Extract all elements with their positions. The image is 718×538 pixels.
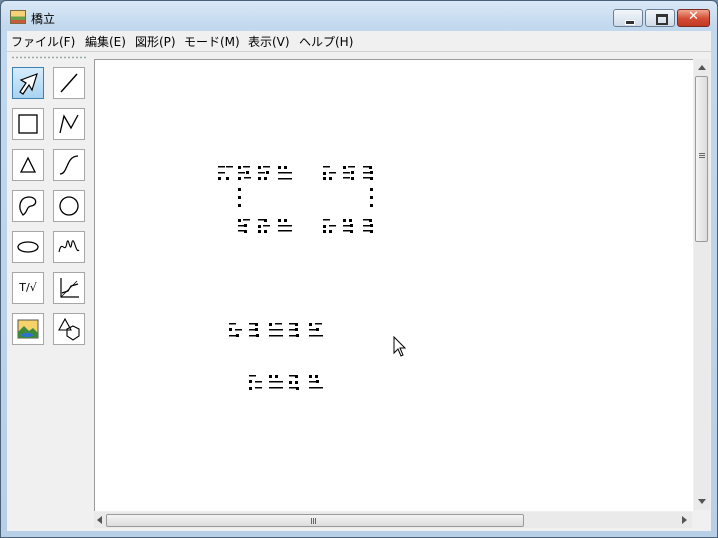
line-icon	[60, 73, 78, 93]
freeform-closed-icon	[19, 196, 37, 216]
menu-file[interactable]: ファイル(F)	[11, 33, 75, 50]
scroll-right-icon[interactable]	[682, 516, 687, 524]
freeform-tool[interactable]	[12, 190, 44, 222]
menu-bar: ファイル(F) 編集(E) 図形(P) モード(M) 表示(V) ヘルプ(H)	[7, 31, 711, 52]
scroll-down-icon[interactable]	[698, 499, 706, 504]
circle-icon	[59, 196, 79, 216]
circle-tool[interactable]	[53, 190, 85, 222]
window-title: 橋立	[31, 12, 56, 26]
app-window: 橋立 ✕ ファイル(F) 編集(E) 図形(P) モード(M) 表示(V) ヘル…	[0, 0, 718, 538]
rectangle-icon	[18, 114, 38, 134]
text-math-tool[interactable]: T/√	[12, 272, 44, 304]
ellipse-icon	[17, 241, 39, 253]
shapes-icon	[58, 317, 80, 341]
canvas-frame	[90, 52, 711, 531]
scribble-tool[interactable]	[53, 231, 85, 263]
ellipse-tool[interactable]	[12, 231, 44, 263]
vertical-scroll-thumb[interactable]	[695, 76, 708, 242]
maximize-button[interactable]	[645, 9, 675, 27]
braille-graphic	[218, 166, 373, 390]
tool-palette: T/√	[7, 52, 90, 531]
scrollbar-corner	[694, 512, 710, 528]
scroll-up-icon[interactable]	[698, 65, 706, 70]
graph-tool[interactable]	[53, 272, 85, 304]
close-button[interactable]: ✕	[677, 9, 710, 27]
hashidate-app-icon[interactable]	[10, 10, 26, 24]
scroll-left-icon[interactable]	[97, 516, 102, 524]
graph-axes-icon	[60, 278, 79, 298]
line-tool[interactable]	[53, 67, 85, 99]
rectangle-tool[interactable]	[12, 108, 44, 140]
triangle-tool[interactable]	[12, 149, 44, 181]
select-tool[interactable]	[12, 67, 44, 99]
scribble-icon	[58, 240, 80, 253]
curve-icon	[59, 155, 79, 175]
horizontal-scroll-thumb[interactable]	[106, 514, 524, 527]
menu-view[interactable]: 表示(V)	[248, 33, 290, 50]
title-bar: 橋立 ✕	[1, 1, 717, 29]
select-arrow-icon	[19, 73, 38, 95]
mouse-pointer-icon	[393, 336, 407, 357]
text-math-icon: T/√	[19, 281, 37, 294]
curve-tool[interactable]	[53, 149, 85, 181]
close-icon: ✕	[688, 9, 699, 24]
polyline-tool[interactable]	[53, 108, 85, 140]
horizontal-scrollbar[interactable]	[94, 512, 692, 528]
minimize-button[interactable]	[613, 9, 643, 27]
maximize-icon	[656, 14, 668, 25]
minimize-icon	[625, 20, 635, 25]
menu-edit[interactable]: 編集(E)	[85, 33, 126, 50]
drawing-canvas[interactable]	[94, 59, 693, 511]
menu-shape[interactable]: 図形(P)	[135, 33, 176, 50]
picture-icon	[17, 319, 39, 339]
picture-tool[interactable]	[12, 313, 44, 345]
triangle-icon	[19, 156, 37, 173]
palette-grip[interactable]	[11, 56, 87, 59]
menu-help[interactable]: ヘルプ(H)	[299, 33, 353, 50]
shapes-tool[interactable]	[53, 313, 85, 345]
polyline-icon	[59, 114, 79, 134]
menu-mode[interactable]: モード(M)	[184, 33, 240, 50]
vertical-scrollbar[interactable]	[694, 59, 710, 510]
